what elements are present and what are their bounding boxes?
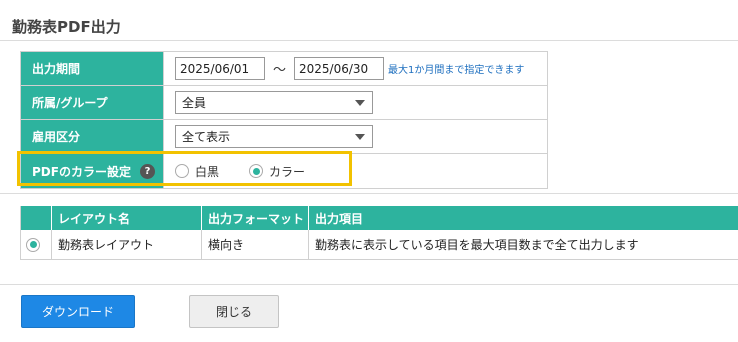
- group-select-value: 全員: [182, 96, 207, 110]
- row-layout-name: 勤務表レイアウト: [52, 230, 202, 259]
- header-select: [21, 206, 52, 230]
- color-label: PDFのカラー設定: [32, 164, 131, 179]
- group-select[interactable]: 全員: [175, 91, 373, 114]
- page-title: 勤務表PDF出力: [12, 18, 121, 36]
- layout-table: レイアウト名 出力フォーマット 出力項目 勤務表レイアウト 横向き 勤務表に表示…: [20, 206, 738, 260]
- chevron-down-icon: [355, 99, 365, 106]
- period-row: 出力期間 ～ 最大1か月間まで指定できます: [21, 52, 547, 86]
- range-note: 最大1か月間まで指定できます: [388, 65, 525, 76]
- group-label: 所属/グループ: [21, 86, 164, 119]
- employment-value: 全て表示: [164, 120, 547, 153]
- header-layout-name: レイアウト名: [52, 206, 202, 230]
- radio-checked-icon[interactable]: [26, 237, 40, 252]
- color-option-color[interactable]: カラー: [249, 163, 305, 180]
- color-option-mono-label: 白黒: [195, 164, 220, 179]
- period-label: 出力期間: [21, 52, 164, 85]
- close-button[interactable]: 閉じる: [189, 295, 279, 328]
- period-value: ～ 最大1か月間まで指定できます: [164, 52, 547, 85]
- color-label-cell: PDFのカラー設定 ?: [21, 154, 164, 188]
- color-option-mono[interactable]: 白黒: [175, 163, 219, 180]
- header-output-items: 出力項目: [315, 211, 364, 226]
- question-circle-icon[interactable]: ?: [139, 163, 155, 179]
- table-row[interactable]: 勤務表レイアウト 横向き 勤務表に表示している項目を最大項目数まで全て出力します: [21, 230, 738, 260]
- employment-select-value: 全て表示: [182, 130, 231, 144]
- footer-divider: [0, 284, 738, 285]
- group-value: 全員: [164, 86, 547, 119]
- range-separator: ～: [273, 63, 287, 78]
- radio-unchecked-icon[interactable]: [175, 164, 189, 178]
- group-row: 所属/グループ 全員: [21, 86, 547, 120]
- start-date-input[interactable]: [175, 57, 265, 80]
- row-select-cell: [21, 230, 52, 259]
- color-option-color-label: カラー: [269, 164, 306, 179]
- employment-label: 雇用区分: [21, 120, 164, 153]
- color-value: 白黒 カラー: [164, 154, 547, 188]
- radio-checked-icon[interactable]: [249, 164, 264, 178]
- download-button[interactable]: ダウンロード: [21, 295, 135, 328]
- row-output-items: 勤務表に表示している項目を最大項目数まで全て出力します: [315, 238, 639, 252]
- color-radio-group: 白黒 カラー: [175, 163, 335, 180]
- color-row: PDFのカラー設定 ? 白黒 カラー: [21, 154, 547, 188]
- layout-table-header: レイアウト名 出力フォーマット 出力項目: [21, 206, 738, 230]
- employment-select[interactable]: 全て表示: [175, 125, 373, 148]
- section-divider: [0, 193, 738, 194]
- employment-row: 雇用区分 全て表示: [21, 120, 547, 154]
- header-output-format: 出力フォーマット: [202, 206, 309, 230]
- end-date-input[interactable]: [294, 57, 385, 80]
- title-divider: [0, 40, 738, 41]
- chevron-down-icon: [355, 133, 365, 140]
- row-output-format: 横向き: [202, 230, 309, 259]
- settings-form: 出力期間 ～ 最大1か月間まで指定できます 所属/グループ 全員 雇用区分 全て…: [20, 51, 548, 189]
